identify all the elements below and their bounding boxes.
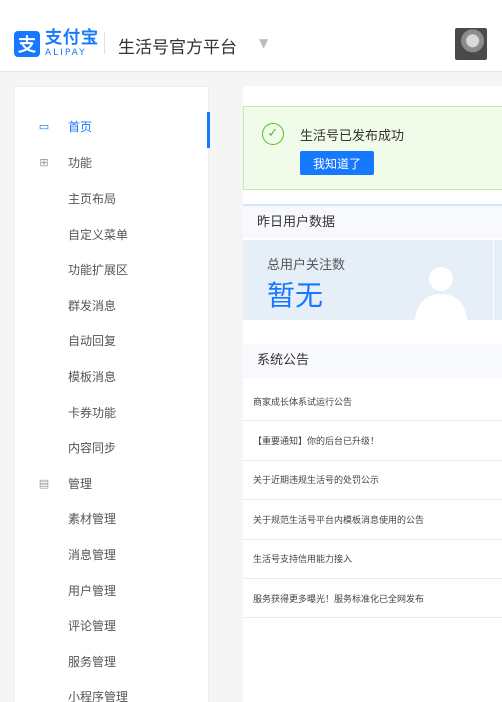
sidebar-item-materials[interactable]: 素材管理 — [15, 503, 210, 533]
notice-item[interactable]: 商家成长体系试运行公告 — [243, 382, 502, 422]
sidebar-item-label: 用户管理 — [68, 583, 117, 598]
sidebar-item-label: 管理 — [68, 476, 93, 491]
sidebar-item-label: 卡券功能 — [68, 405, 117, 420]
grid-icon: ⊞ — [39, 155, 49, 169]
check-circle-icon: ✓ — [262, 123, 284, 145]
sidebar-item-label: 服务管理 — [68, 654, 117, 669]
sidebar-item-services[interactable]: 服务管理 — [15, 646, 210, 676]
sidebar-item-auto-reply[interactable]: 自动回复 — [15, 325, 210, 355]
folder-icon: ▤ — [38, 476, 50, 490]
sidebar-item-home[interactable]: ▭ 首页 — [15, 111, 210, 148]
monitor-icon: ▭ — [38, 119, 50, 133]
sidebar-item-label: 内容同步 — [68, 440, 117, 455]
sidebar-item-label: 评论管理 — [68, 618, 117, 633]
sidebar-section-features[interactable]: ⊞ 功能 — [15, 147, 210, 177]
sidebar-item-label: 功能扩展区 — [68, 262, 129, 277]
header-divider — [104, 32, 105, 54]
user-silhouette-icon — [415, 267, 467, 320]
notice-item[interactable]: 关于规范生活号平台内模板消息使用的公告 — [243, 500, 502, 540]
sidebar-item-label: 模板消息 — [68, 369, 117, 384]
sidebar-item-label: 素材管理 — [68, 511, 117, 526]
sidebar-item-messages[interactable]: 消息管理 — [15, 539, 210, 569]
alipay-logo[interactable]: 支 支付宝 ALIPAY — [14, 30, 99, 58]
platform-title: 生活号官方平台 — [118, 38, 237, 58]
sidebar-item-mass-message[interactable]: 群发消息 — [15, 290, 210, 320]
alipay-mark-icon: 支 — [14, 31, 40, 57]
success-message: 生活号已发布成功 — [300, 129, 405, 144]
sidebar-section-manage[interactable]: ▤ 管理 — [15, 468, 210, 498]
sidebar-item-template-message[interactable]: 模板消息 — [15, 361, 210, 391]
logo-text-en: ALIPAY — [45, 48, 87, 58]
stat-divider — [493, 240, 494, 320]
sidebar-item-homepage-layout[interactable]: 主页布局 — [15, 183, 210, 213]
chevron-down-icon[interactable]: ▼ — [259, 36, 268, 50]
sidebar-item-label: 功能 — [68, 155, 93, 170]
top-header: 支 支付宝 ALIPAY 生活号官方平台 ▼ — [0, 0, 502, 72]
sidebar-item-label: 首页 — [68, 119, 93, 134]
notice-item[interactable]: 【重要通知】你的后台已升级！ — [243, 421, 502, 461]
sidebar-item-mini-programs[interactable]: 小程序管理 — [15, 681, 210, 702]
sidebar-item-label: 自定义菜单 — [68, 227, 129, 242]
logo-text-cn: 支付宝 — [45, 28, 99, 48]
sidebar-item-custom-menu[interactable]: 自定义菜单 — [15, 219, 210, 249]
avatar[interactable] — [455, 28, 487, 60]
success-alert: ✓ 生活号已发布成功 我知道了 — [243, 106, 502, 190]
sidebar-item-users[interactable]: 用户管理 — [15, 575, 210, 605]
sidebar-item-coupons[interactable]: 卡券功能 — [15, 397, 210, 427]
stat-value: 暂无 — [267, 279, 324, 312]
sidebar-item-label: 自动回复 — [68, 333, 117, 348]
yesterday-data-title: 昨日用户数据 — [243, 204, 502, 238]
sidebar-item-label: 主页布局 — [68, 191, 117, 206]
sidebar-item-label: 群发消息 — [68, 298, 117, 313]
followers-stat: 总用户关注数 暂无 — [243, 240, 502, 320]
notice-item[interactable]: 服务获得更多曝光！服务标准化已全网发布 — [243, 579, 502, 619]
notice-item[interactable]: 生活号支持信用能力接入 — [243, 540, 502, 579]
main-content: ✓ 生活号已发布成功 我知道了 昨日用户数据 总用户关注数 暂无 系统公告 商家… — [243, 86, 502, 702]
acknowledge-button[interactable]: 我知道了 — [300, 151, 374, 175]
sidebar-item-content-sync[interactable]: 内容同步 — [15, 432, 210, 462]
sidebar-nav: ▭ 首页 ⊞ 功能 主页布局 自定义菜单 功能扩展区 群发消息 自动回复 模板消… — [14, 86, 210, 702]
sidebar-item-extension-area[interactable]: 功能扩展区 — [15, 254, 210, 284]
sidebar-item-comments[interactable]: 评论管理 — [15, 610, 210, 640]
sidebar-item-label: 消息管理 — [68, 547, 117, 562]
system-notice-title: 系统公告 — [243, 344, 502, 378]
sidebar-item-label: 小程序管理 — [68, 689, 129, 702]
notice-item[interactable]: 关于近期违规生活号的处罚公示 — [243, 461, 502, 501]
notice-list: 商家成长体系试运行公告 【重要通知】你的后台已升级！ 关于近期违规生活号的处罚公… — [243, 382, 502, 619]
stat-label: 总用户关注数 — [267, 258, 346, 273]
